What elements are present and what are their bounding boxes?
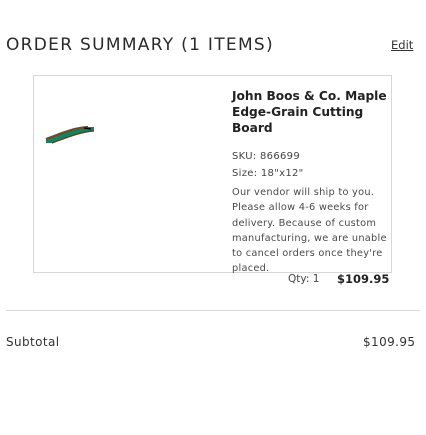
product-size: Size: 18"x12" — [232, 168, 304, 179]
cutting-board-icon — [45, 125, 95, 144]
product-sku: SKU: 866699 — [232, 151, 300, 162]
subtotal-label: Subtotal — [6, 335, 60, 349]
order-summary-header: ORDER SUMMARY (1 ITEMS) Edit — [0, 0, 426, 62]
edit-link[interactable]: Edit — [391, 38, 413, 52]
product-name[interactable]: John Boos & Co. Maple Edge-Grain Cutting… — [232, 88, 392, 136]
item-quantity: Qty: 1 — [288, 273, 320, 285]
summary-divider — [6, 310, 420, 311]
item-price: $109.95 — [337, 272, 390, 286]
page-title: ORDER SUMMARY (1 ITEMS) — [6, 35, 274, 55]
subtotal-value: $109.95 — [363, 335, 416, 349]
cutting-board-image[interactable] — [40, 118, 100, 144]
shipping-note: Our vendor will ship to you. Please allo… — [232, 187, 387, 275]
